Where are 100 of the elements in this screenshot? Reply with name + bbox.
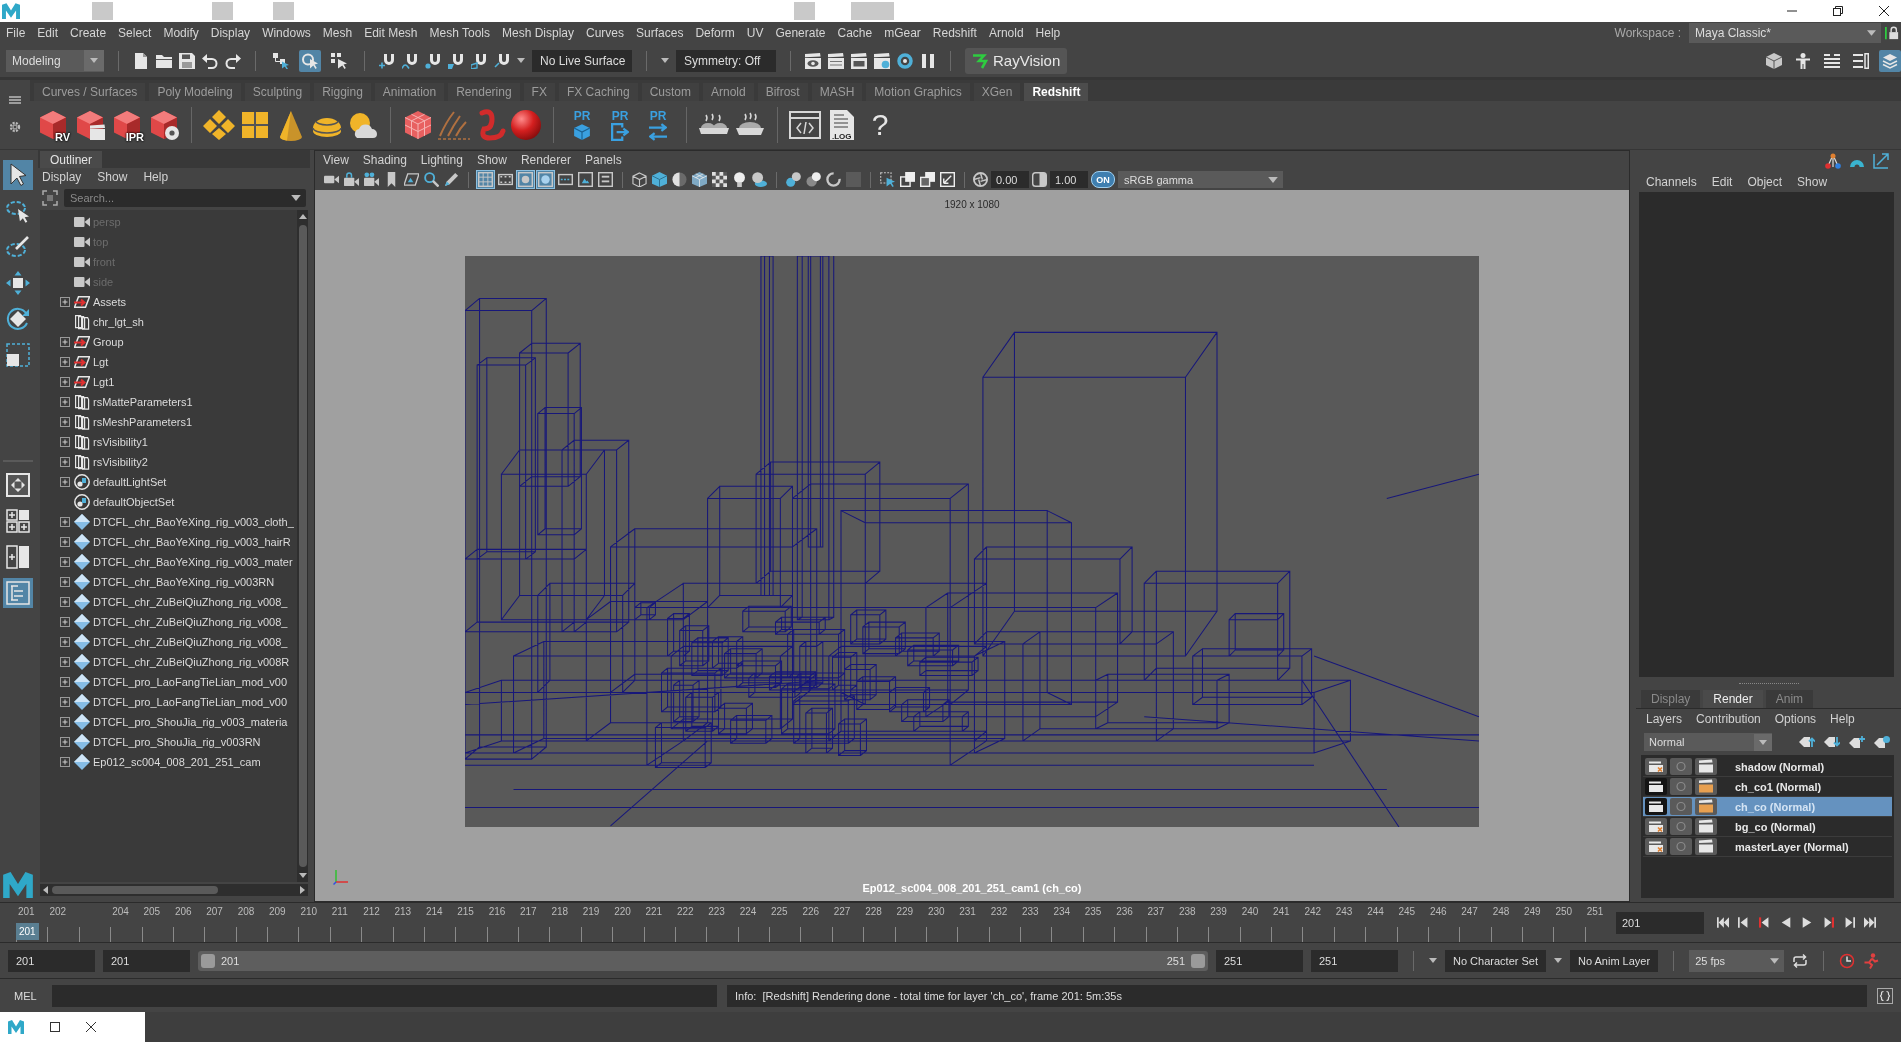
- settings-icon[interactable]: [9, 120, 21, 133]
- magnet-grid-icon[interactable]: [379, 52, 395, 69]
- outliner-item[interactable]: DTCFL_chr_BaoYeXing_rig_v003_cloth_: [93, 516, 294, 528]
- title-frame-icon[interactable]: [597, 171, 614, 188]
- clapper-icon[interactable]: [1695, 838, 1717, 855]
- clock-icon[interactable]: [1839, 952, 1856, 969]
- menu-item[interactable]: Generate: [769, 26, 832, 40]
- menu-item[interactable]: Select: [112, 26, 158, 40]
- scroll-down-icon[interactable]: [298, 873, 307, 878]
- outliner-item[interactable]: rsMatteParameters1: [93, 396, 193, 408]
- outliner-item[interactable]: DTCFL_chr_ZuBeiQiuZhong_rig_v008_: [93, 616, 288, 628]
- ao-spheres-icon[interactable]: [785, 171, 802, 188]
- safe-frame-icon[interactable]: [577, 171, 594, 188]
- script-language-label[interactable]: MEL: [14, 989, 42, 1002]
- four-panel-square-icon[interactable]: [239, 109, 271, 141]
- layer-row[interactable]: bg_co (Normal): [1643, 817, 1892, 837]
- streak-lines-icon[interactable]: [438, 109, 470, 141]
- outliner-item[interactable]: DTCFL_pro_ShouJia_rig_v003RN: [93, 736, 261, 748]
- filter-frame-icon[interactable]: [42, 190, 58, 206]
- layer-tab[interactable]: Render: [1703, 690, 1763, 708]
- menu-item[interactable]: Display: [204, 26, 257, 40]
- outliner-item[interactable]: defaultObjectSet: [93, 496, 175, 508]
- shelf-tab[interactable]: FX: [523, 83, 555, 101]
- corner-square-icon[interactable]: [939, 171, 956, 188]
- camera-dots-icon[interactable]: [363, 171, 380, 188]
- menu-item[interactable]: Mesh Display: [496, 26, 581, 40]
- clapper-icon[interactable]: [1695, 778, 1717, 795]
- outliner-item[interactable]: defaultLightSet: [93, 476, 167, 488]
- start-time-field[interactable]: 201: [8, 949, 95, 972]
- caret-icon[interactable]: [1429, 958, 1437, 963]
- menu-item[interactable]: Help: [1830, 712, 1855, 726]
- outliner-item[interactable]: Ep012_sc004_008_201_251_cam: [93, 756, 261, 768]
- outliner-item[interactable]: DTCFL_chr_ZuBeiQiuZhong_rig_v008_: [93, 596, 288, 608]
- horizontal-scrollbar[interactable]: [40, 884, 308, 896]
- menu-item[interactable]: Object: [1747, 175, 1783, 189]
- shelf-tab[interactable]: Arnold: [702, 83, 754, 101]
- clapper-box-icon[interactable]: [851, 52, 867, 69]
- range-slider[interactable]: 201 251: [198, 950, 1208, 971]
- expand-icon[interactable]: [60, 517, 70, 527]
- range-handle[interactable]: [201, 953, 215, 968]
- layer-dot-icon[interactable]: [1874, 736, 1890, 748]
- wire-shaded-cube-icon[interactable]: [691, 171, 708, 188]
- menu-item[interactable]: Modify: [157, 26, 205, 40]
- caret-icon[interactable]: [288, 189, 306, 207]
- outliner-item[interactable]: DTCFL_chr_ZuBeiQiuZhong_rig_v008R: [93, 656, 290, 668]
- outliner-item[interactable]: Assets: [93, 296, 126, 308]
- fps-dropdown[interactable]: 25 fps: [1689, 949, 1785, 972]
- shelf-tab[interactable]: Curves / Surfaces: [34, 83, 146, 101]
- magnet-point-icon[interactable]: [425, 52, 441, 69]
- live-surface-field[interactable]: No Live Surface: [532, 49, 632, 72]
- ring-icon[interactable]: [897, 52, 913, 69]
- shelf-tab[interactable]: Motion Graphics: [866, 83, 970, 101]
- sphere-icon[interactable]: [510, 109, 542, 141]
- cube-clapper-icon[interactable]: [74, 109, 106, 141]
- clapper-toggle-icon[interactable]: [1645, 758, 1667, 775]
- end-time-field[interactable]: 251: [1311, 949, 1398, 972]
- menu-item[interactable]: Show: [476, 153, 507, 167]
- shelf-tab[interactable]: FX Caching: [558, 83, 638, 101]
- range-end-field[interactable]: 251: [1216, 949, 1303, 972]
- close-icon[interactable]: [86, 1022, 96, 1032]
- view-transform-dropdown[interactable]: sRGB gamma: [1118, 171, 1283, 188]
- menu-item[interactable]: mGear: [878, 26, 927, 40]
- gamma-field[interactable]: 1.00: [1050, 171, 1088, 188]
- outliner-item[interactable]: DTCFL_chr_BaoYeXing_rig_v003RN: [93, 576, 275, 588]
- redo-icon[interactable]: [225, 52, 241, 69]
- single-pane-layout-icon[interactable]: [3, 470, 33, 500]
- range-start-field[interactable]: 201: [103, 949, 190, 972]
- key-back-icon[interactable]: [1738, 917, 1750, 928]
- workspace-dropdown[interactable]: Maya Classic*: [1689, 23, 1881, 43]
- menu-icon[interactable]: [9, 96, 21, 105]
- expand-icon[interactable]: [60, 457, 70, 467]
- layer-up-icon[interactable]: [1799, 736, 1815, 748]
- menu-item[interactable]: Edit: [1711, 175, 1733, 189]
- menu-item[interactable]: UV: [740, 26, 770, 40]
- expand-icon[interactable]: [60, 397, 70, 407]
- scroll-thumb[interactable]: [52, 886, 218, 894]
- outliner-item[interactable]: DTCFL_pro_LaoFangTieLian_mod_v00: [93, 676, 288, 688]
- clapper-icon[interactable]: [1695, 798, 1717, 815]
- clapper-icon[interactable]: [1695, 818, 1717, 835]
- folder-icon[interactable]: [156, 52, 172, 69]
- shelf-tab[interactable]: Animation: [374, 83, 445, 101]
- search-field[interactable]: Search...: [64, 189, 288, 207]
- expand-icon[interactable]: [60, 617, 70, 627]
- layer-add-icon[interactable]: [1849, 736, 1865, 748]
- symmetry-field[interactable]: Symmetry: Off: [676, 49, 776, 72]
- close-icon[interactable]: [1879, 6, 1889, 16]
- scroll-left-icon[interactable]: [43, 886, 48, 894]
- color-management-button[interactable]: ON: [1091, 171, 1115, 188]
- menu-item[interactable]: Edit: [31, 26, 65, 40]
- xray-squares-icon[interactable]: [919, 171, 936, 188]
- outliner-item[interactable]: DTCFL_chr_BaoYeXing_rig_v003_mater: [93, 556, 293, 568]
- menu-item[interactable]: Cache: [831, 26, 879, 40]
- menu-item[interactable]: Shading: [362, 153, 407, 167]
- menu-item[interactable]: Mesh Tools: [423, 26, 496, 40]
- layer-row[interactable]: masterLayer (Normal): [1643, 837, 1892, 857]
- shelf-tab[interactable]: Bifrost: [757, 83, 808, 101]
- expand-icon[interactable]: [60, 597, 70, 607]
- menu-item[interactable]: Mesh: [316, 26, 359, 40]
- script-window-icon[interactable]: [789, 109, 821, 141]
- menu-item[interactable]: Surfaces: [630, 26, 690, 40]
